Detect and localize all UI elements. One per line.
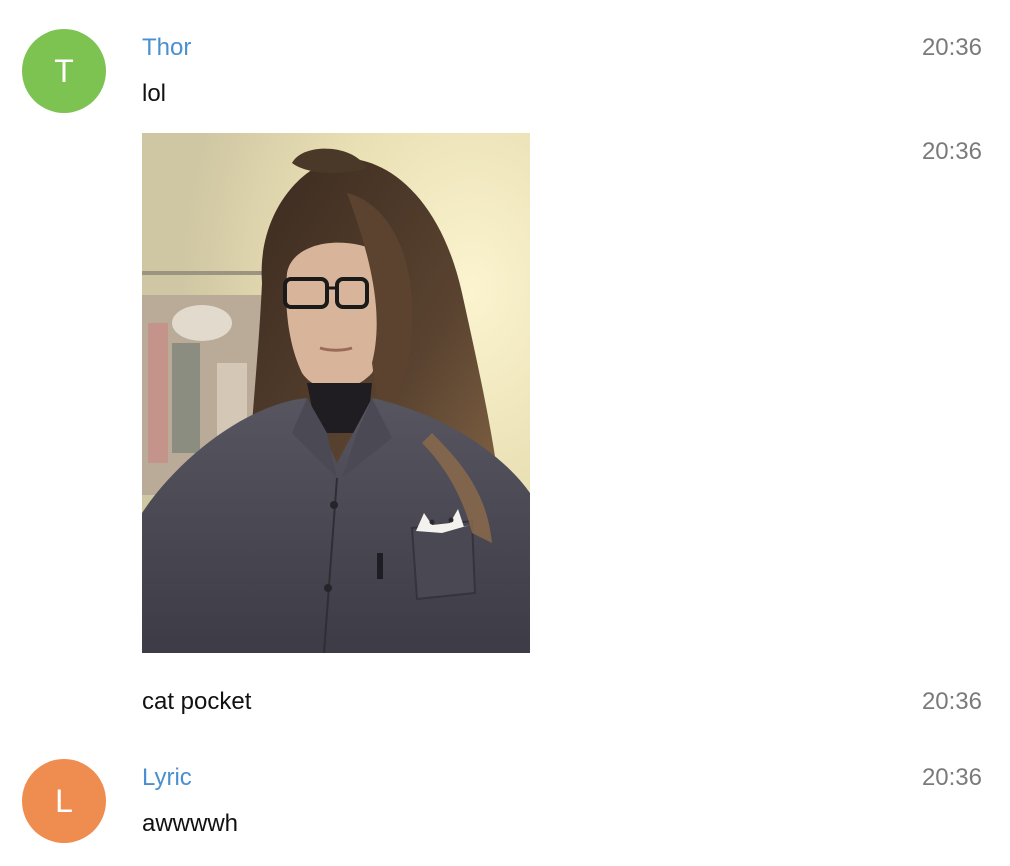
message-text: lol (142, 80, 167, 107)
avatar-lyric[interactable]: L (22, 759, 106, 843)
message-timestamp: 20:36 (921, 34, 982, 61)
sender-name-lyric[interactable]: Lyric (142, 763, 192, 793)
message-text: awwwwh (142, 810, 239, 837)
chat-history: T Thor 20:36 lol 20:36 cat pocket 20:36 … (0, 0, 1010, 866)
message-text: cat pocket (142, 688, 252, 715)
message-timestamp: 20:36 (921, 764, 982, 791)
photo-image (142, 133, 530, 653)
message-timestamp: 20:36 (921, 688, 982, 715)
message-timestamp: 20:36 (921, 138, 982, 165)
avatar-thor[interactable]: T (22, 29, 106, 113)
photo-attachment[interactable] (142, 133, 530, 653)
sender-name-thor[interactable]: Thor (142, 33, 191, 63)
